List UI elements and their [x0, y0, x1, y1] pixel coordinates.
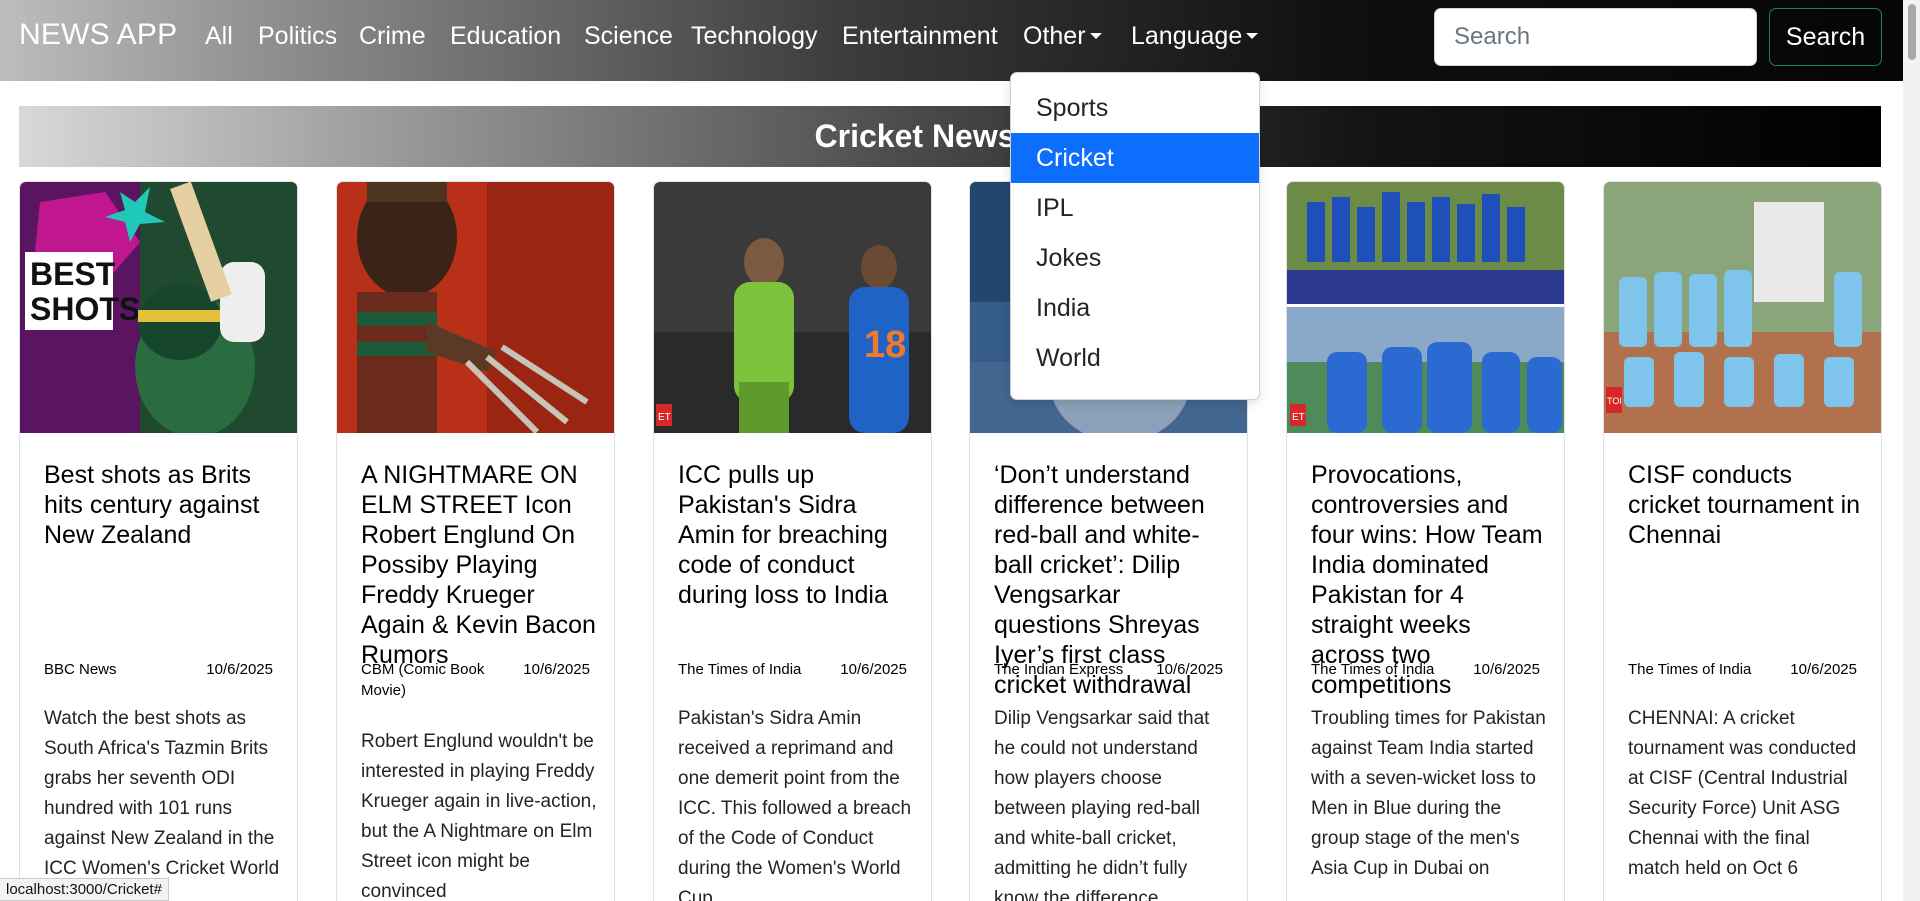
news-card: BEST SHOTS Best shots as Brits hits cent…: [19, 181, 298, 901]
nav-link-crime[interactable]: Crime: [359, 22, 426, 51]
nav-dropdown-language-label: Language: [1131, 22, 1243, 50]
svg-text:SHOTS: SHOTS: [30, 291, 140, 327]
news-card: A NIGHTMARE ON ELM STREET Icon Robert En…: [336, 181, 615, 901]
toi-badge: TOI: [1607, 396, 1622, 406]
news-card-date: 10/6/2025: [1790, 661, 1857, 678]
news-card-source: The Times of India: [1628, 661, 1752, 678]
news-card-title[interactable]: CISF conducts cricket tournament in Chen…: [1628, 460, 1864, 550]
jersey-number: 18: [864, 324, 906, 366]
link-status-bar: localhost:3000/Cricket#: [0, 878, 169, 901]
news-card-description: Troubling times for Pakistan against Tea…: [1311, 708, 1546, 879]
news-card-description: Robert Englund wouldn't be interested in…: [361, 731, 597, 901]
news-card-description: Pakistan's Sidra Amin received a reprima…: [678, 708, 912, 901]
news-card-description: Watch the best shots as South Africa's T…: [44, 708, 280, 901]
et-badge: ET: [1292, 412, 1305, 423]
news-card-image[interactable]: 18 ET: [654, 182, 931, 433]
dropdown-item-world[interactable]: World: [1011, 333, 1259, 383]
news-card-description: CHENNAI: A cricket tournament was conduc…: [1628, 708, 1857, 879]
news-card-date: 10/6/2025: [206, 661, 273, 678]
scrollbar-thumb[interactable]: [1908, 4, 1916, 60]
nav-link-science[interactable]: Science: [584, 22, 673, 51]
dropdown-item-jokes[interactable]: Jokes: [1011, 233, 1259, 283]
navbar: NEWS APP All Politics Crime Education Sc…: [0, 0, 1920, 81]
nav-dropdown-language[interactable]: Language: [1131, 22, 1259, 51]
dropdown-item-cricket[interactable]: Cricket: [1011, 133, 1259, 183]
vertical-scrollbar[interactable]: [1903, 0, 1920, 901]
news-card-date: 10/6/2025: [523, 661, 590, 678]
news-card-image[interactable]: BEST SHOTS: [20, 182, 297, 433]
news-card-image[interactable]: ET: [1287, 182, 1564, 433]
nav-link-politics[interactable]: Politics: [258, 22, 337, 51]
news-card-date: 10/6/2025: [840, 661, 907, 678]
caret-down-icon: [1246, 33, 1259, 39]
nav-link-technology[interactable]: Technology: [691, 22, 817, 51]
nav-dropdown-other-label: Other: [1023, 22, 1086, 50]
news-card-source: BBC News: [44, 661, 117, 678]
caret-down-icon: [1089, 33, 1102, 39]
news-card-title[interactable]: ICC pulls up Pakistan's Sidra Amin for b…: [678, 460, 914, 610]
news-card: TOI CISF conducts cricket tournament in …: [1603, 181, 1882, 901]
dropdown-item-india[interactable]: India: [1011, 283, 1259, 333]
nav-dropdown-other[interactable]: Other: [1023, 22, 1102, 51]
nav-link-entertainment[interactable]: Entertainment: [842, 22, 998, 51]
other-dropdown-menu: Sports Cricket IPL Jokes India World: [1010, 72, 1260, 400]
svg-text:BEST: BEST: [30, 256, 116, 292]
news-card-date: 10/6/2025: [1156, 661, 1223, 678]
brand-logo-text[interactable]: NEWS APP: [19, 18, 177, 52]
news-card-image[interactable]: TOI: [1604, 182, 1881, 433]
news-card-title[interactable]: A NIGHTMARE ON ELM STREET Icon Robert En…: [361, 460, 597, 670]
page-banner: Cricket News App: [19, 106, 1881, 167]
news-card-source: CBM (Comic Book Movie): [361, 661, 485, 699]
nav-link-all[interactable]: All: [205, 22, 233, 51]
news-card: ET Provocations, controversies and four …: [1286, 181, 1565, 901]
news-card-source: The Indian Express: [994, 661, 1124, 678]
nav-link-education[interactable]: Education: [450, 22, 561, 51]
dropdown-item-ipl[interactable]: IPL: [1011, 183, 1259, 233]
news-card-image[interactable]: [337, 182, 614, 433]
news-card: 18 ET ICC pulls up Pakistan's Sidra Amin…: [653, 181, 932, 901]
et-badge: ET: [658, 412, 671, 423]
search-button[interactable]: Search: [1769, 8, 1882, 66]
news-card-source: The Times of India: [678, 661, 802, 678]
news-card-source: The Times of India: [1311, 661, 1435, 678]
search-input[interactable]: [1434, 8, 1757, 66]
news-card-date: 10/6/2025: [1473, 661, 1540, 678]
news-card-description: Dilip Vengsarkar said that he could not …: [994, 708, 1210, 901]
news-card-title[interactable]: Best shots as Brits hits century against…: [44, 460, 280, 550]
dropdown-item-sports[interactable]: Sports: [1011, 83, 1259, 133]
